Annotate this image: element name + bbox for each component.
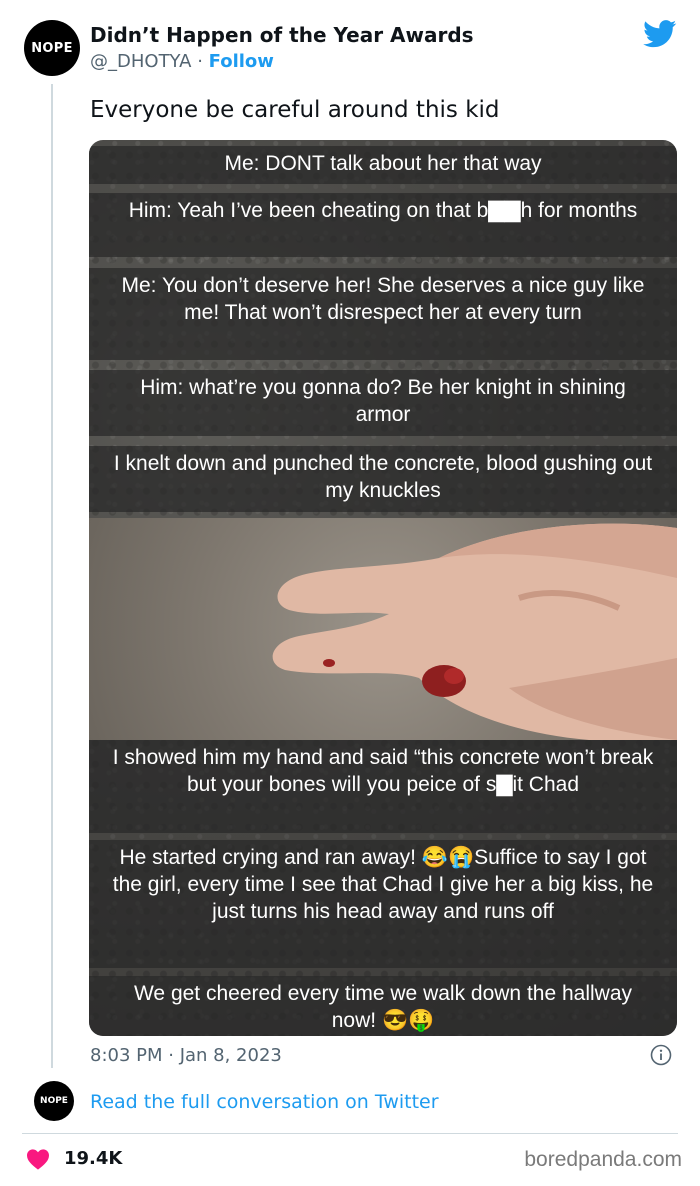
author-handle-row: @_DHOTYA · Follow: [90, 51, 274, 72]
author-display-name[interactable]: Didn’t Happen of the Year Awards: [90, 23, 474, 47]
tweet-text: Everyone be careful around this kid: [90, 97, 500, 123]
tweet-media-image[interactable]: Me: DONT talk about her that way Him: Ye…: [89, 140, 677, 1036]
caption-7: He started crying and ran away! 😂😭Suffic…: [89, 840, 677, 968]
caption-6: I showed him my hand and said “this conc…: [89, 740, 677, 833]
read-conversation-link[interactable]: Read the full conversation on Twitter: [90, 1091, 439, 1113]
caption-4: Him: what’re you gonna do? Be her knight…: [89, 370, 677, 436]
tweet-timestamp[interactable]: 8:03 PM · Jan 8, 2023: [90, 1045, 282, 1066]
heart-icon[interactable]: [26, 1148, 50, 1170]
author-handle[interactable]: @_DHOTYA: [90, 51, 191, 72]
handle-separator: ·: [191, 51, 209, 72]
like-count[interactable]: 19.4K: [64, 1148, 122, 1169]
boredpanda-watermark: boredpanda.com: [524, 1148, 682, 1171]
caption-3: Me: You don’t deserve her! She deserves …: [89, 268, 677, 360]
caption-2: Him: Yeah I’ve been cheating on that b▇▇…: [89, 193, 677, 257]
author-avatar[interactable]: NOPE: [24, 20, 80, 76]
caption-8: We get cheered every time we walk down t…: [89, 976, 677, 1036]
thread-line: [51, 84, 53, 1068]
divider: [22, 1133, 678, 1134]
caption-5: I knelt down and punched the concrete, b…: [89, 446, 677, 512]
twitter-bird-icon[interactable]: [643, 20, 677, 48]
info-icon[interactable]: [650, 1044, 672, 1066]
bloody-hand-photo: [89, 518, 677, 740]
caption-1: Me: DONT talk about her that way: [89, 146, 677, 184]
footer-avatar[interactable]: NOPE: [34, 1081, 74, 1121]
follow-button[interactable]: Follow: [209, 51, 274, 72]
